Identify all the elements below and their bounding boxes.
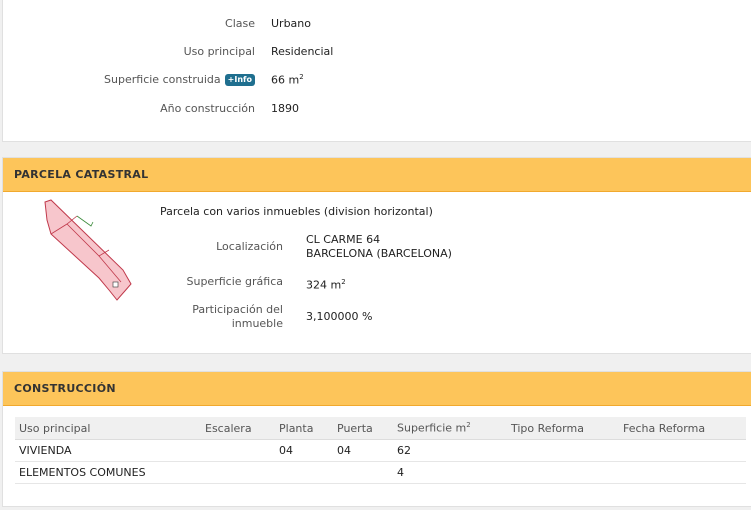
localizacion-value: CL CARME 64 BARCELONA (BARCELONA): [306, 233, 452, 261]
participacion-label-line1: Participación del: [192, 303, 283, 316]
parcela-description: Parcela con varios inmuebles (division h…: [160, 205, 433, 218]
unit-superscript: 2: [341, 278, 346, 286]
cell-planta: [275, 461, 333, 484]
col-puerta: Puerta: [333, 417, 393, 440]
uso-principal-label: Uso principal: [183, 45, 255, 58]
unit-superscript: 2: [299, 73, 304, 81]
truncated-text: ( ): [367, 0, 379, 1]
cell-tipo-reforma: [507, 439, 619, 462]
clase-value: Urbano: [271, 17, 311, 30]
parcela-catastral-panel: PARCELA CATASTRAL Parcela con varios inm…: [2, 157, 751, 354]
participacion-label-line2: inmueble: [231, 317, 283, 330]
info-button[interactable]: +Info: [224, 74, 255, 86]
superficie-grafica-label: Superficie gráfica: [186, 275, 284, 288]
cell-superficie: 4: [393, 461, 507, 484]
col-superficie-label: Superficie m: [397, 421, 467, 435]
cell-uso: ELEMENTOS COMUNES: [15, 461, 201, 484]
participacion-value: 3,100000 %: [306, 310, 373, 323]
unit-superscript: 2: [466, 421, 471, 430]
cell-escalera: [201, 461, 275, 484]
table-header-row: Uso principal Escalera Planta Puerta Sup…: [15, 417, 746, 440]
cell-escalera: [201, 439, 275, 462]
construccion-title: CONSTRUCCIÓN: [14, 382, 116, 395]
localizacion-city: BARCELONA (BARCELONA): [306, 247, 452, 260]
cell-fecha-reforma: [619, 439, 746, 462]
inmueble-panel: ( ) Clase Urbano Uso principal Residenci…: [2, 0, 751, 142]
superficie-construida-number: 66 m: [271, 73, 300, 87]
cell-superficie: 62: [393, 439, 507, 462]
construccion-panel: CONSTRUCCIÓN Uso principal Escalera Plan…: [2, 371, 751, 507]
uso-principal-value: Residencial: [271, 45, 334, 58]
participacion-label: Participación del inmueble: [143, 303, 283, 331]
superficie-construida-row: Superficie construida +Info: [15, 73, 255, 86]
cell-fecha-reforma: [619, 461, 746, 484]
table-row: VIVIENDA 04 04 62: [15, 439, 746, 462]
superficie-construida-label: Superficie construida: [104, 73, 221, 86]
localizacion-label: Localización: [216, 240, 283, 253]
superficie-grafica-value: 324 m2: [306, 275, 346, 293]
cell-puerta: 04: [333, 439, 393, 462]
superficie-grafica-number: 324 m: [306, 278, 342, 292]
clase-label: Clase: [225, 17, 255, 30]
col-tipo-reforma: Tipo Reforma: [507, 417, 619, 440]
col-planta: Planta: [275, 417, 333, 440]
table-row: ELEMENTOS COMUNES 4: [15, 461, 746, 484]
anio-construccion-value: 1890: [271, 102, 299, 115]
parcela-header: PARCELA CATASTRAL: [3, 158, 751, 192]
construccion-header: CONSTRUCCIÓN: [3, 372, 751, 406]
cell-tipo-reforma: [507, 461, 619, 484]
superficie-construida-value: 66 m2: [271, 73, 304, 87]
cell-uso: VIVIENDA: [15, 439, 201, 462]
col-fecha-reforma: Fecha Reforma: [619, 417, 746, 440]
construccion-table: Uso principal Escalera Planta Puerta Sup…: [15, 417, 746, 484]
col-uso-principal: Uso principal: [15, 417, 201, 440]
cell-planta: 04: [275, 439, 333, 462]
parcela-title: PARCELA CATASTRAL: [14, 168, 149, 181]
cell-puerta: [333, 461, 393, 484]
col-escalera: Escalera: [201, 417, 275, 440]
anio-construccion-label: Año construcción: [160, 102, 255, 115]
localizacion-street: CL CARME 64: [306, 233, 381, 246]
parcel-map-icon[interactable]: [37, 198, 137, 302]
col-superficie: Superficie m2: [393, 417, 507, 440]
